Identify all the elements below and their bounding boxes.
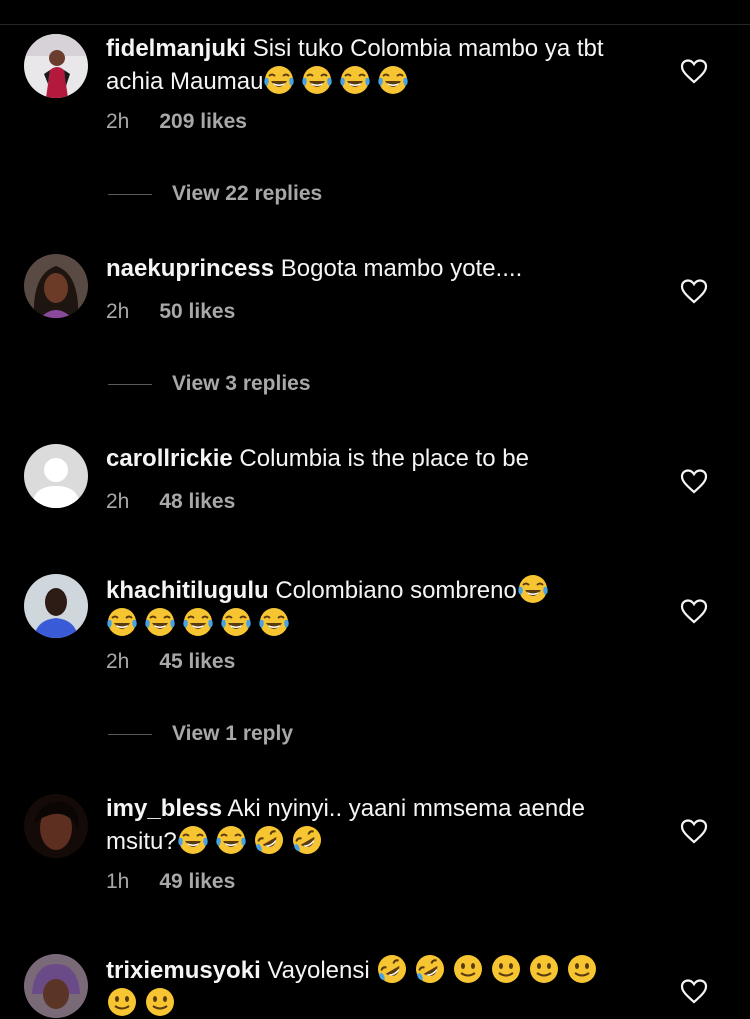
slightly-smiling-face-emoji [452,953,484,985]
comment-username[interactable]: imy_bless [106,795,222,822]
slightly-smiling-face-emoji [528,953,560,985]
comment-username[interactable]: khachitilugulu [106,577,269,604]
comment-body: Colombiano sombreno [275,577,517,604]
comment-time: 2h [106,300,130,323]
view-replies-label: View 3 replies [172,372,311,395]
view-replies-button[interactable]: View 1 reply [108,719,293,749]
avatar[interactable] [24,254,88,318]
tears-of-joy-emoji [106,606,138,638]
comment-text: khachitilugulu Colombiano sombreno [106,573,651,639]
slightly-smiling-face-emoji [106,986,138,1018]
avatar[interactable] [24,574,88,638]
slightly-smiling-face-emoji [490,953,522,985]
comment-likes[interactable]: 49 likes [159,870,235,893]
rolling-on-floor-laughing-emoji [376,953,408,985]
comment-username[interactable]: fidelmanjuki [106,35,246,62]
heart-icon[interactable] [680,598,708,624]
avatar[interactable] [24,794,88,858]
comment-body: Vayolensi [267,957,370,984]
comment-text: naekuprincess Bogota mambo yote.... [106,253,651,284]
view-replies-button[interactable]: View 22 replies [108,179,322,209]
tears-of-joy-emoji [517,573,549,605]
comment-time: 1h [106,870,130,893]
comment-time: 2h [106,650,130,673]
tears-of-joy-emoji [144,606,176,638]
tears-of-joy-emoji [263,64,295,96]
comment-meta: 2h 45 likes [106,650,235,674]
comment-meta: 2h 50 likes [106,300,235,324]
view-replies-label: View 1 reply [172,722,294,745]
comment-username[interactable]: trixiemusyoki [106,957,261,984]
avatar[interactable] [24,34,88,98]
top-divider [0,24,750,25]
avatar[interactable] [24,444,88,508]
slightly-smiling-face-emoji [566,953,598,985]
replies-line [108,193,152,195]
view-replies-button[interactable]: View 3 replies [108,369,311,399]
comment-username[interactable]: carollrickie [106,445,233,472]
rolling-on-floor-laughing-emoji [291,824,323,856]
replies-line [108,733,152,735]
comment-likes[interactable]: 48 likes [159,490,235,513]
comment-likes[interactable]: 209 likes [159,110,247,133]
comment-text: carollrickie Columbia is the place to be [106,443,651,474]
comment-likes[interactable]: 45 likes [159,650,235,673]
heart-icon[interactable] [680,978,708,1004]
comment-meta: 2h 48 likes [106,490,235,514]
comment-username[interactable]: naekuprincess [106,255,274,282]
rolling-on-floor-laughing-emoji [414,953,446,985]
comment-likes[interactable]: 50 likes [159,300,235,323]
tears-of-joy-emoji [301,64,333,96]
rolling-on-floor-laughing-emoji [253,824,285,856]
comment-body: Columbia is the place to be [239,445,529,472]
tears-of-joy-emoji [339,64,371,96]
comment-text: fidelmanjuki Sisi tuko Colombia mambo ya… [106,33,651,97]
avatar[interactable] [24,954,88,1018]
comment-meta: 1h 49 likes [106,870,235,894]
tears-of-joy-emoji [182,606,214,638]
comment-body: Bogota mambo yote.... [280,255,523,282]
heart-icon[interactable] [680,278,708,304]
comment-text: trixiemusyoki Vayolensi [106,953,651,1019]
tears-of-joy-emoji [220,606,252,638]
tears-of-joy-emoji [377,64,409,96]
comment-time: 2h [106,110,130,133]
comment-meta: 2h 209 likes [106,110,247,134]
heart-icon[interactable] [680,468,708,494]
replies-line [108,383,152,385]
slightly-smiling-face-emoji [144,986,176,1018]
view-replies-label: View 22 replies [172,182,323,205]
tears-of-joy-emoji [177,824,209,856]
heart-icon[interactable] [680,58,708,84]
tears-of-joy-emoji [215,824,247,856]
comment-text: imy_bless Aki nyinyi.. yaani mmsema aend… [106,793,651,857]
tears-of-joy-emoji [258,606,290,638]
comment-time: 2h [106,490,130,513]
heart-icon[interactable] [680,818,708,844]
